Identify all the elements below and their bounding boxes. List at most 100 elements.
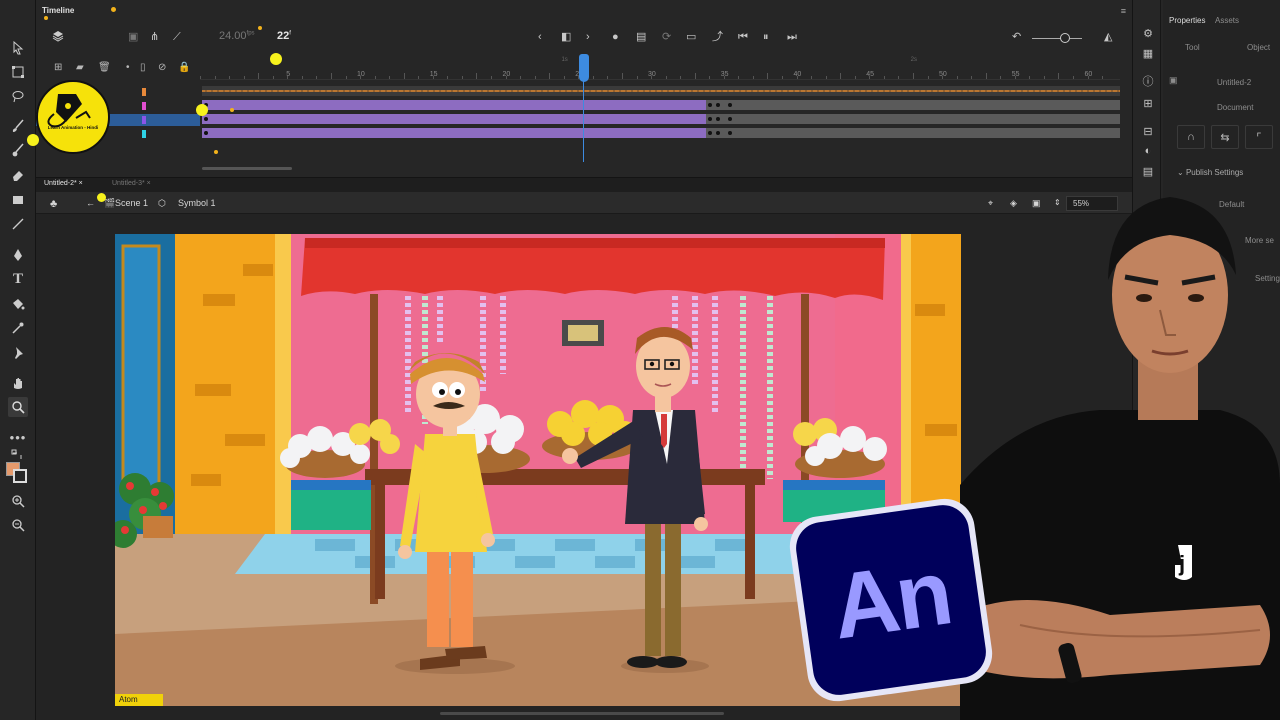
keyframe-dot[interactable] xyxy=(716,131,720,135)
frame-track[interactable] xyxy=(202,114,1120,124)
library-icon[interactable]: ▦ xyxy=(1141,46,1155,60)
keyframe-dot[interactable] xyxy=(728,131,732,135)
current-frame-readout[interactable]: 22f xyxy=(277,30,291,42)
lock-icon[interactable]: 🔒 xyxy=(178,62,190,73)
document-type: Document xyxy=(1217,103,1254,112)
frame-grid[interactable] xyxy=(202,84,1120,140)
show-hide-icon[interactable]: ⊘ xyxy=(158,62,166,73)
tween-span[interactable] xyxy=(202,128,706,138)
document-tab-active[interactable]: Untitled-2* × xyxy=(44,180,83,187)
keyframe-dot[interactable] xyxy=(708,103,712,107)
keyframe-dot[interactable] xyxy=(716,103,720,107)
hand-tool-icon[interactable] xyxy=(8,373,28,393)
brush-tool-icon[interactable] xyxy=(8,116,28,136)
paint-brush-tool-icon[interactable] xyxy=(8,140,28,160)
zoom-in-icon[interactable] xyxy=(8,491,28,511)
stage-scrollbar[interactable] xyxy=(440,712,724,715)
line-tool-icon[interactable] xyxy=(8,214,28,234)
edit-multiple-frames-icon[interactable]: ▤ xyxy=(636,30,646,44)
fps-readout[interactable]: 24.00fps xyxy=(219,30,255,42)
go-to-first-frame-icon[interactable]: ⏮ xyxy=(738,30,748,44)
playhead[interactable] xyxy=(579,54,589,82)
align-icon[interactable]: ⊞ xyxy=(1141,96,1155,110)
eraser-tool-icon[interactable] xyxy=(8,165,28,185)
onion-skin-icon[interactable]: ● xyxy=(612,30,619,44)
color-icon[interactable]: ◐ xyxy=(1141,144,1155,158)
properties-tab[interactable]: Properties xyxy=(1169,16,1205,25)
keyframe-dot[interactable] xyxy=(204,117,208,121)
outline-layer-icon[interactable]: ▯ xyxy=(140,62,146,73)
tween-span[interactable] xyxy=(202,114,706,124)
frame-track[interactable] xyxy=(202,100,1120,110)
swatches-icon[interactable]: ▤ xyxy=(1141,164,1155,178)
edit-scene-icon[interactable]: ♣ xyxy=(50,198,57,210)
pen-tool-icon[interactable] xyxy=(8,245,28,265)
eyedropper-tool-icon[interactable] xyxy=(8,318,28,338)
keyframe-dot[interactable] xyxy=(708,117,712,121)
pause-icon[interactable]: ⏸ xyxy=(763,30,769,44)
frame-track[interactable] xyxy=(202,128,1120,138)
edges-button[interactable]: ⌜ xyxy=(1245,125,1273,149)
pin-tool-icon[interactable] xyxy=(8,343,28,363)
free-transform-tool-icon[interactable] xyxy=(8,62,28,82)
delete-layer-icon[interactable]: 🗑 xyxy=(98,62,111,73)
timeline-tab[interactable]: Timeline xyxy=(42,6,74,15)
info-icon[interactable]: ⓘ xyxy=(1141,74,1155,88)
paste-motion-icon[interactable]: ⟳ xyxy=(662,30,671,44)
zoom-out-icon[interactable] xyxy=(8,515,28,535)
match-size-button[interactable]: ⇆ xyxy=(1211,125,1239,149)
audio-track[interactable] xyxy=(202,86,1120,96)
ruler-tick xyxy=(345,76,347,79)
fill-color-swatch[interactable] xyxy=(13,469,27,483)
keyframe-dot[interactable] xyxy=(716,117,720,121)
ruler-tick xyxy=(680,76,682,79)
insert-keyframe-icon[interactable]: ◧ xyxy=(561,30,571,44)
keyframe-dot[interactable] xyxy=(708,131,712,135)
center-frame-icon[interactable]: ↶ xyxy=(1012,30,1021,44)
panel-menu-icon[interactable]: ≡ xyxy=(1121,6,1126,16)
tween-span[interactable] xyxy=(202,100,706,110)
timeline-zoom-knob[interactable] xyxy=(1060,33,1070,43)
new-layer-icon[interactable]: ⊞ xyxy=(54,62,62,73)
frame-ruler[interactable]: 510152025303540455055601s2s xyxy=(200,54,1120,80)
timeline-zoom-slider[interactable] xyxy=(1032,38,1082,39)
next-keyframe-icon[interactable]: › xyxy=(586,30,590,44)
zoom-tool-icon[interactable] xyxy=(8,397,28,417)
layer-color-swatch xyxy=(142,88,146,96)
tool-tab[interactable]: Tool xyxy=(1185,43,1200,52)
camera-panel-icon[interactable]: ⚙ xyxy=(1141,26,1155,40)
highlight-layer-icon[interactable]: • xyxy=(126,62,130,73)
prev-keyframe-icon[interactable]: ‹ xyxy=(538,30,542,44)
graph-icon[interactable]: ⟋ xyxy=(173,30,181,44)
more-tools-icon[interactable]: ••• xyxy=(8,427,28,447)
step-forward-icon[interactable]: ⏭ xyxy=(787,30,797,44)
keyframe-dot[interactable] xyxy=(204,131,208,135)
document-tab[interactable]: Untitled-3* × xyxy=(112,180,151,187)
transform-icon[interactable]: ⊟ xyxy=(1141,124,1155,138)
text-tool-icon[interactable]: T xyxy=(8,269,28,289)
timeline-zoom-large-icon[interactable]: ◭ xyxy=(1104,30,1112,44)
ruler-tick xyxy=(491,76,492,79)
breadcrumb-scene[interactable]: Scene 1 xyxy=(115,198,148,208)
document-name: Untitled-2 xyxy=(1217,78,1252,87)
layers-icon[interactable] xyxy=(52,30,64,46)
selection-tool-icon[interactable] xyxy=(8,38,28,58)
ruler-label: 40 xyxy=(793,71,802,78)
publish-settings-header[interactable]: ⌄ Publish Settings xyxy=(1177,168,1243,177)
camera-icon[interactable]: ▣ xyxy=(128,30,138,44)
timeline-scrollbar[interactable] xyxy=(202,167,292,170)
back-arrow-icon[interactable]: ← xyxy=(86,198,95,208)
rectangle-tool-icon[interactable] xyxy=(8,190,28,210)
assets-tab[interactable]: Assets xyxy=(1215,16,1239,25)
keyframe-dot[interactable] xyxy=(728,103,732,107)
keyframe-dot[interactable] xyxy=(728,117,732,121)
paint-bucket-tool-icon[interactable] xyxy=(8,294,28,314)
lasso-tool-icon[interactable] xyxy=(8,86,28,106)
insert-frame-icon[interactable]: ▭ xyxy=(686,30,696,44)
object-tab[interactable]: Object xyxy=(1247,43,1270,52)
loop-icon[interactable]: ⤴ xyxy=(712,30,723,44)
breadcrumb-symbol[interactable]: Symbol 1 xyxy=(178,198,216,208)
new-folder-icon[interactable]: ▰ xyxy=(76,62,84,73)
parenting-icon[interactable]: ⋔ xyxy=(150,30,159,44)
snap-align-button[interactable]: ∩ xyxy=(1177,125,1205,149)
